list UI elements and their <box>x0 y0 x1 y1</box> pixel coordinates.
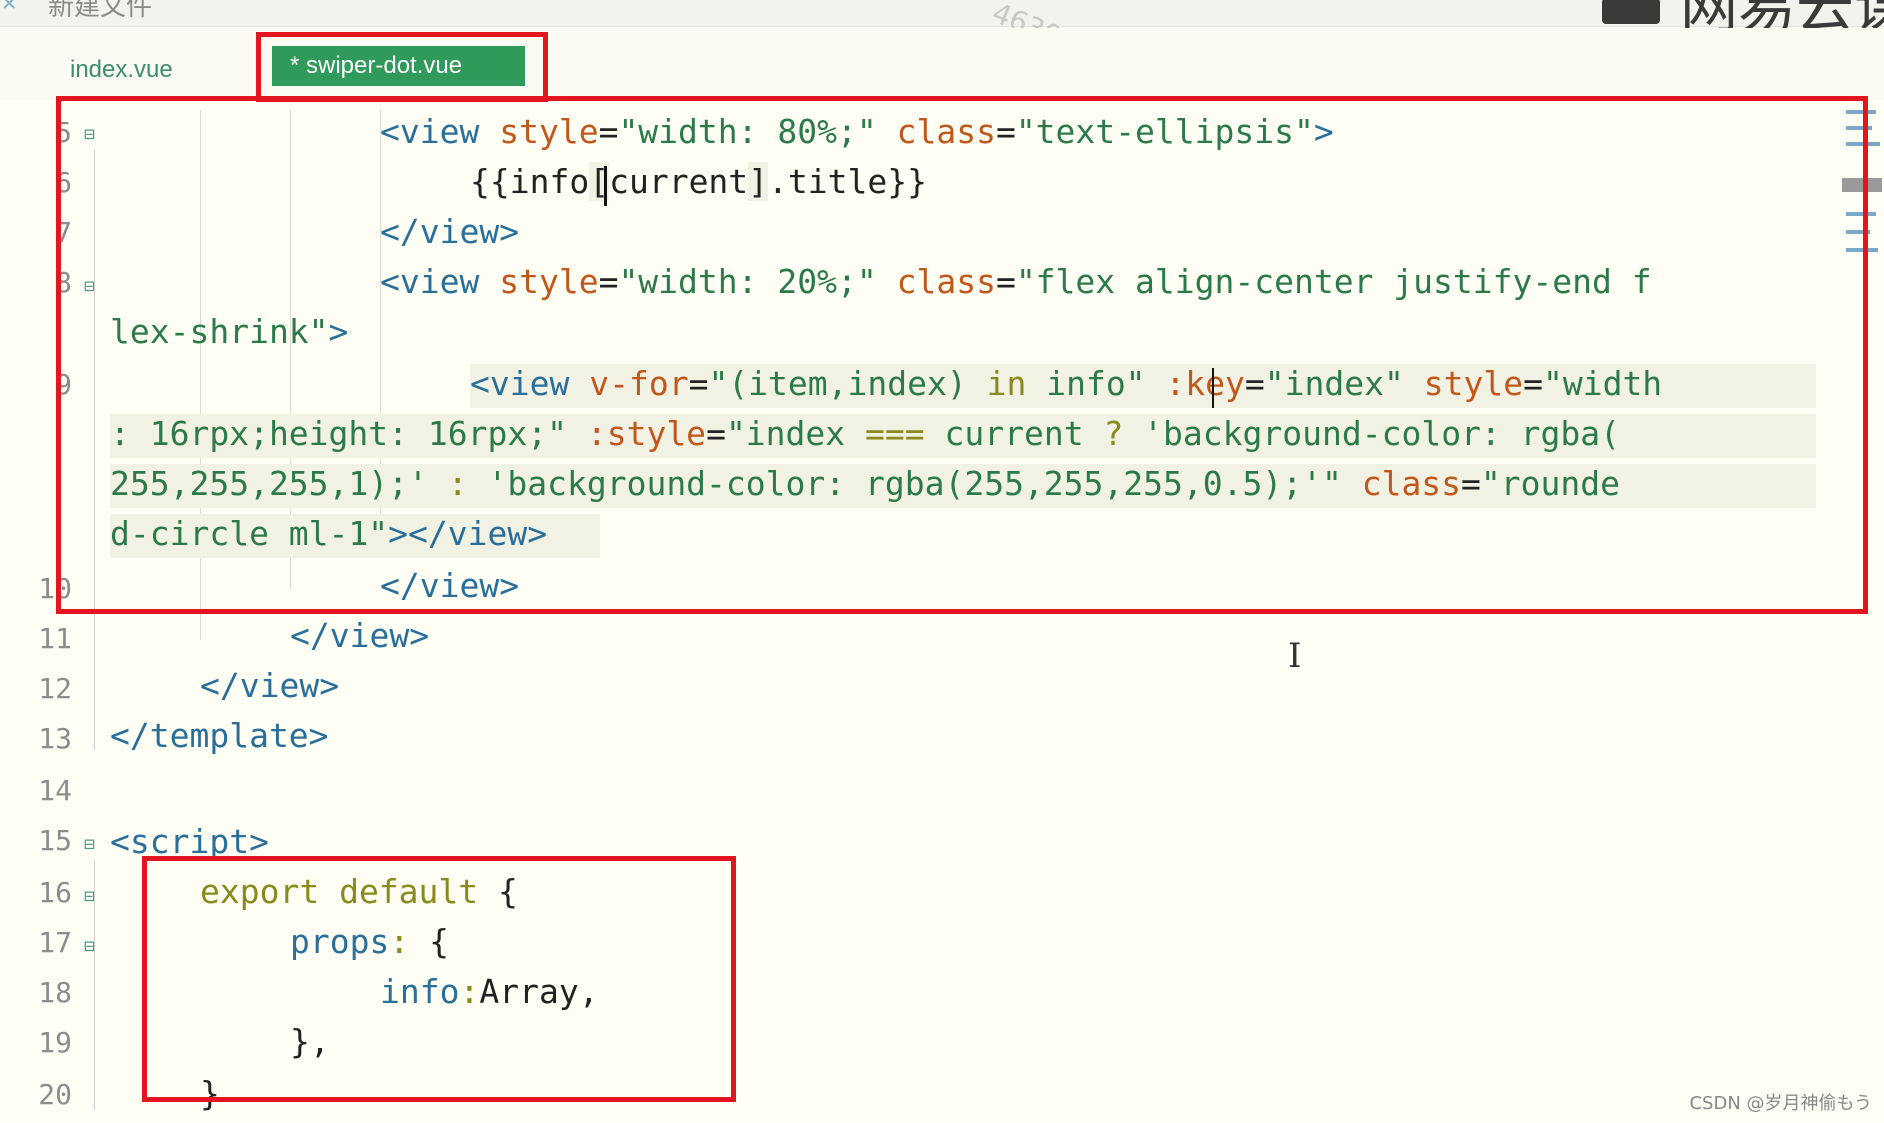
code-line: </view> <box>200 666 340 705</box>
footer-credit: CSDN @岁月神偷もう <box>1689 1093 1872 1114</box>
code-line: </view> <box>290 616 430 655</box>
highlight-box-template <box>56 96 1868 614</box>
mouse-ibeam-cursor: I <box>1288 636 1302 676</box>
code-line: </template> <box>110 716 329 755</box>
highlight-box-tab <box>256 32 548 102</box>
highlight-box-script <box>142 856 736 1102</box>
